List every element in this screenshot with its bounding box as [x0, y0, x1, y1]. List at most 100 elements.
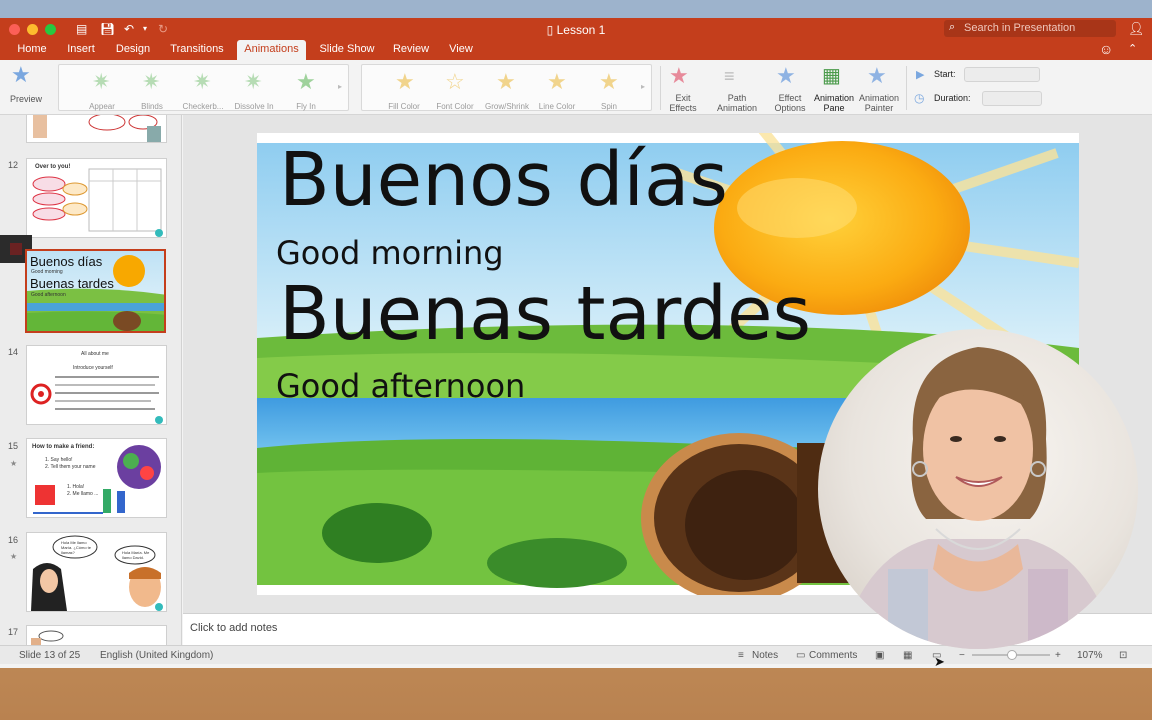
preview-label: Preview — [9, 94, 42, 104]
normal-view-icon[interactable]: ▣ — [875, 650, 884, 661]
slide-thumbnail-12[interactable]: Over to you! — [26, 158, 167, 238]
thumbnail-subtitle: Introduce yourself — [73, 365, 113, 371]
zoom-level[interactable]: 107% — [1077, 650, 1103, 661]
effect-label: Grow/Shrink — [484, 102, 529, 111]
fit-window-icon[interactable]: ⊡ — [1119, 650, 1127, 661]
speech-bubble-text: Hola Me llamo María. ¿Cómo te llamas? — [61, 540, 92, 555]
animation-pane-label: Animation Pane — [813, 93, 855, 113]
play-icon: ▶ — [916, 69, 925, 81]
add-user-icon[interactable]: 👤︎ — [1128, 21, 1145, 37]
slide-thumbnail-16[interactable]: Hola Me llamo María. ¿Cómo te llamas? Ho… — [26, 532, 167, 612]
effect-label: Dissolve In — [234, 102, 274, 111]
thumbnail-item: 2. Me llamo ... — [67, 491, 99, 497]
divider — [660, 66, 661, 110]
tab-design[interactable]: Design — [110, 40, 156, 60]
smiley-icon[interactable]: ☺ — [1099, 41, 1113, 57]
slide-title-buenos-dias[interactable]: Buenos días — [279, 137, 728, 223]
zoom-in-icon[interactable]: + — [1055, 650, 1061, 661]
slide-thumbnail-13[interactable]: Buenos días Good morning Buenas tardes G… — [25, 249, 166, 333]
webcam-overlay — [818, 329, 1138, 649]
entrance-effects-gallery: ✷ Appear ✷ Blinds ✷ Checkerb... ✷ Dissol… — [58, 64, 349, 111]
window-title-text: Lesson 1 — [556, 23, 606, 37]
path-icon: ≡ — [724, 66, 735, 86]
star-icon: ★ — [599, 69, 619, 94]
gallery-scroll-icon[interactable]: ▸ — [641, 82, 645, 91]
effect-label: Checkerb... — [182, 102, 224, 111]
animation-painter-icon: ★ — [867, 63, 887, 88]
duration-label: Duration: — [934, 93, 971, 103]
thumbnail-item: 2. Tell them your name — [45, 464, 96, 470]
effect-label: Fly In — [296, 102, 316, 111]
duration-stepper[interactable] — [982, 91, 1042, 106]
thumbnail-title: How to make a friend: — [32, 444, 95, 450]
language-indicator[interactable]: English (United Kingdom) — [100, 650, 213, 661]
gallery-scroll-icon[interactable]: ▸ — [338, 82, 342, 91]
animations-ribbon: ★ Preview ✷ Appear ✷ Blinds ✷ Checkerb..… — [0, 60, 1152, 115]
notes-button[interactable]: Notes — [752, 650, 778, 661]
tab-review[interactable]: Review — [389, 40, 433, 60]
zoom-slider-thumb[interactable] — [1007, 650, 1017, 660]
mouse-cursor-icon: ➤ — [934, 654, 945, 669]
slide-counter: Slide 13 of 25 — [19, 650, 81, 661]
star-icon: ★ — [395, 69, 415, 94]
desktop-strip — [0, 0, 1152, 18]
slide-number: 17 — [8, 627, 19, 637]
tab-animations[interactable]: Animations — [237, 40, 306, 60]
star-icon: ★ — [296, 69, 316, 94]
slide-thumbnail-14[interactable]: All about me Introduce yourself — [26, 345, 167, 425]
comments-button[interactable]: Comments — [809, 650, 857, 661]
thumbnail-line: Buenas tardes — [30, 276, 114, 291]
tab-transitions[interactable]: Transitions — [164, 40, 230, 60]
tab-home[interactable]: Home — [10, 40, 54, 60]
slide-thumbnail-17[interactable] — [26, 625, 167, 645]
thumbnail-line: Buenos días — [30, 254, 103, 269]
tab-view[interactable]: View — [443, 40, 479, 60]
title-bar: ▤ 💾︎ ↶ ▾ ↻ ▯ Lesson 1 ⌕ Search in Presen… — [0, 18, 1152, 40]
exit-effects-label: Exit Effects — [669, 93, 697, 113]
clock-icon: ◷ — [914, 91, 925, 105]
slide-text-good-morning[interactable]: Good morning — [276, 234, 504, 272]
thumbnail-line: Good morning — [31, 269, 63, 275]
preview-star-icon: ★ — [11, 62, 31, 87]
star-icon: ✷ — [142, 69, 161, 94]
star-icon: ✷ — [92, 69, 111, 94]
notes-icon: ≡ — [738, 650, 744, 661]
tab-slide-show[interactable]: Slide Show — [314, 40, 380, 60]
animation-star-icon: ★ — [10, 459, 18, 468]
slide-number: 16 — [8, 535, 19, 545]
zoom-out-icon[interactable]: − — [959, 650, 965, 661]
emphasis-effects-gallery: ★ Fill Color ☆ Font Color ★ Grow/Shrink … — [361, 64, 652, 111]
path-animation-label: Path Animation — [716, 93, 758, 113]
collapse-ribbon-icon[interactable]: ⌃ — [1128, 42, 1137, 55]
start-select[interactable] — [964, 67, 1040, 82]
star-icon: ★ — [496, 69, 516, 94]
slide-number: 15 — [8, 441, 19, 451]
search-input[interactable]: ⌕ Search in Presentation — [944, 20, 1116, 37]
exit-star-icon: ★ — [669, 63, 689, 88]
star-icon: ✷ — [244, 69, 263, 94]
start-label: Start: — [934, 69, 956, 79]
effect-label: Blinds — [141, 102, 163, 111]
slide-title-buenas-tardes[interactable]: Buenas tardes — [279, 271, 811, 357]
tab-insert[interactable]: Insert — [60, 40, 102, 60]
slide-thumbnail-11[interactable] — [26, 115, 167, 143]
comments-icon: ▭ — [796, 650, 806, 661]
thumbnail-art — [33, 445, 161, 514]
slide-thumbnails-pane[interactable]: 12 Over to you! Buenos días Good morning… — [0, 115, 182, 645]
slide-text-good-afternoon[interactable]: Good afternoon — [276, 367, 525, 405]
thumbnail-art — [32, 168, 163, 237]
animation-pane-icon: ▦ — [822, 65, 841, 87]
thumbnail-art — [31, 630, 64, 645]
ribbon-tabs: Home Insert Design Transitions Animation… — [0, 40, 1152, 60]
slide-sorter-icon[interactable]: ▦ — [903, 650, 912, 661]
speech-bubble-text: Hola María. Me llamo David. — [122, 550, 150, 560]
star-icon: ☆ — [445, 69, 465, 94]
slide-thumbnail-15[interactable]: How to make a friend: 1. Say hello! 2. T… — [26, 438, 167, 518]
search-icon: ⌕ — [949, 21, 956, 33]
slide-number: 14 — [8, 347, 19, 357]
thumbnail-item: 1. Say hello! — [45, 457, 73, 463]
effect-label: Appear — [89, 102, 115, 111]
search-placeholder: Search in Presentation — [964, 22, 1076, 34]
thumbnail-art — [33, 115, 161, 142]
animation-painter-label: Animation Painter — [858, 93, 900, 113]
